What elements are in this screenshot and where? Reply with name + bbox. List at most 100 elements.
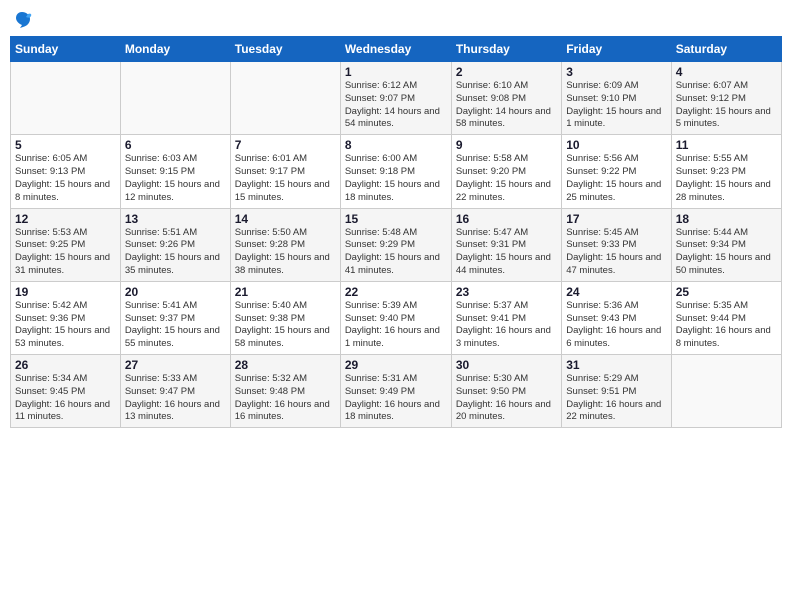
weekday-header-friday: Friday — [562, 37, 671, 62]
day-info: Sunrise: 5:58 AM Sunset: 9:20 PM Dayligh… — [456, 153, 557, 204]
calendar-cell: 16Sunrise: 5:47 AM Sunset: 9:31 PM Dayli… — [451, 208, 561, 281]
calendar-cell — [11, 62, 121, 135]
day-number: 25 — [676, 285, 777, 299]
calendar-cell: 4Sunrise: 6:07 AM Sunset: 9:12 PM Daylig… — [671, 62, 781, 135]
day-info: Sunrise: 5:40 AM Sunset: 9:38 PM Dayligh… — [235, 300, 336, 351]
calendar-week-row: 5Sunrise: 6:05 AM Sunset: 9:13 PM Daylig… — [11, 135, 782, 208]
calendar-cell: 10Sunrise: 5:56 AM Sunset: 9:22 PM Dayli… — [562, 135, 671, 208]
day-info: Sunrise: 5:36 AM Sunset: 9:43 PM Dayligh… — [566, 300, 666, 351]
calendar-week-row: 12Sunrise: 5:53 AM Sunset: 9:25 PM Dayli… — [11, 208, 782, 281]
weekday-header-tuesday: Tuesday — [230, 37, 340, 62]
calendar-table: SundayMondayTuesdayWednesdayThursdayFrid… — [10, 36, 782, 428]
day-info: Sunrise: 5:34 AM Sunset: 9:45 PM Dayligh… — [15, 373, 116, 424]
day-number: 15 — [345, 212, 447, 226]
logo-bird-icon — [12, 10, 32, 30]
day-info: Sunrise: 6:03 AM Sunset: 9:15 PM Dayligh… — [125, 153, 226, 204]
day-number: 21 — [235, 285, 336, 299]
day-info: Sunrise: 5:35 AM Sunset: 9:44 PM Dayligh… — [676, 300, 777, 351]
day-number: 29 — [345, 358, 447, 372]
day-number: 31 — [566, 358, 666, 372]
day-info: Sunrise: 5:55 AM Sunset: 9:23 PM Dayligh… — [676, 153, 777, 204]
day-info: Sunrise: 5:41 AM Sunset: 9:37 PM Dayligh… — [125, 300, 226, 351]
day-info: Sunrise: 5:45 AM Sunset: 9:33 PM Dayligh… — [566, 227, 666, 278]
day-info: Sunrise: 5:53 AM Sunset: 9:25 PM Dayligh… — [15, 227, 116, 278]
day-number: 13 — [125, 212, 226, 226]
day-number: 16 — [456, 212, 557, 226]
day-number: 12 — [15, 212, 116, 226]
day-number: 5 — [15, 138, 116, 152]
day-number: 24 — [566, 285, 666, 299]
day-info: Sunrise: 5:39 AM Sunset: 9:40 PM Dayligh… — [345, 300, 447, 351]
day-info: Sunrise: 5:51 AM Sunset: 9:26 PM Dayligh… — [125, 227, 226, 278]
day-number: 26 — [15, 358, 116, 372]
calendar-cell — [230, 62, 340, 135]
day-info: Sunrise: 5:42 AM Sunset: 9:36 PM Dayligh… — [15, 300, 116, 351]
day-number: 19 — [15, 285, 116, 299]
calendar-header-row: SundayMondayTuesdayWednesdayThursdayFrid… — [11, 37, 782, 62]
day-number: 14 — [235, 212, 336, 226]
calendar-cell: 30Sunrise: 5:30 AM Sunset: 9:50 PM Dayli… — [451, 355, 561, 428]
day-number: 28 — [235, 358, 336, 372]
day-info: Sunrise: 6:00 AM Sunset: 9:18 PM Dayligh… — [345, 153, 447, 204]
calendar-cell: 23Sunrise: 5:37 AM Sunset: 9:41 PM Dayli… — [451, 281, 561, 354]
day-number: 30 — [456, 358, 557, 372]
day-info: Sunrise: 6:05 AM Sunset: 9:13 PM Dayligh… — [15, 153, 116, 204]
calendar-cell: 27Sunrise: 5:33 AM Sunset: 9:47 PM Dayli… — [120, 355, 230, 428]
weekday-header-saturday: Saturday — [671, 37, 781, 62]
day-number: 3 — [566, 65, 666, 79]
day-info: Sunrise: 5:30 AM Sunset: 9:50 PM Dayligh… — [456, 373, 557, 424]
weekday-header-sunday: Sunday — [11, 37, 121, 62]
day-number: 17 — [566, 212, 666, 226]
day-info: Sunrise: 6:12 AM Sunset: 9:07 PM Dayligh… — [345, 80, 447, 131]
calendar-week-row: 19Sunrise: 5:42 AM Sunset: 9:36 PM Dayli… — [11, 281, 782, 354]
calendar-cell: 13Sunrise: 5:51 AM Sunset: 9:26 PM Dayli… — [120, 208, 230, 281]
day-number: 23 — [456, 285, 557, 299]
calendar-cell: 25Sunrise: 5:35 AM Sunset: 9:44 PM Dayli… — [671, 281, 781, 354]
weekday-header-wednesday: Wednesday — [340, 37, 451, 62]
day-info: Sunrise: 5:37 AM Sunset: 9:41 PM Dayligh… — [456, 300, 557, 351]
calendar-week-row: 1Sunrise: 6:12 AM Sunset: 9:07 PM Daylig… — [11, 62, 782, 135]
weekday-header-monday: Monday — [120, 37, 230, 62]
day-number: 22 — [345, 285, 447, 299]
day-number: 27 — [125, 358, 226, 372]
calendar-cell: 18Sunrise: 5:44 AM Sunset: 9:34 PM Dayli… — [671, 208, 781, 281]
calendar-cell: 21Sunrise: 5:40 AM Sunset: 9:38 PM Dayli… — [230, 281, 340, 354]
day-number: 8 — [345, 138, 447, 152]
day-info: Sunrise: 5:29 AM Sunset: 9:51 PM Dayligh… — [566, 373, 666, 424]
day-info: Sunrise: 6:01 AM Sunset: 9:17 PM Dayligh… — [235, 153, 336, 204]
day-number: 9 — [456, 138, 557, 152]
day-info: Sunrise: 6:10 AM Sunset: 9:08 PM Dayligh… — [456, 80, 557, 131]
calendar-cell: 22Sunrise: 5:39 AM Sunset: 9:40 PM Dayli… — [340, 281, 451, 354]
calendar-cell: 29Sunrise: 5:31 AM Sunset: 9:49 PM Dayli… — [340, 355, 451, 428]
day-number: 18 — [676, 212, 777, 226]
calendar-cell: 17Sunrise: 5:45 AM Sunset: 9:33 PM Dayli… — [562, 208, 671, 281]
day-number: 4 — [676, 65, 777, 79]
day-number: 2 — [456, 65, 557, 79]
calendar-cell: 19Sunrise: 5:42 AM Sunset: 9:36 PM Dayli… — [11, 281, 121, 354]
calendar-cell: 31Sunrise: 5:29 AM Sunset: 9:51 PM Dayli… — [562, 355, 671, 428]
day-info: Sunrise: 5:50 AM Sunset: 9:28 PM Dayligh… — [235, 227, 336, 278]
calendar-cell: 1Sunrise: 6:12 AM Sunset: 9:07 PM Daylig… — [340, 62, 451, 135]
day-info: Sunrise: 5:47 AM Sunset: 9:31 PM Dayligh… — [456, 227, 557, 278]
day-number: 20 — [125, 285, 226, 299]
day-number: 7 — [235, 138, 336, 152]
calendar-cell: 6Sunrise: 6:03 AM Sunset: 9:15 PM Daylig… — [120, 135, 230, 208]
calendar-cell: 26Sunrise: 5:34 AM Sunset: 9:45 PM Dayli… — [11, 355, 121, 428]
calendar-cell: 20Sunrise: 5:41 AM Sunset: 9:37 PM Dayli… — [120, 281, 230, 354]
day-info: Sunrise: 6:09 AM Sunset: 9:10 PM Dayligh… — [566, 80, 666, 131]
calendar-cell: 9Sunrise: 5:58 AM Sunset: 9:20 PM Daylig… — [451, 135, 561, 208]
day-number: 11 — [676, 138, 777, 152]
calendar-cell: 15Sunrise: 5:48 AM Sunset: 9:29 PM Dayli… — [340, 208, 451, 281]
calendar-cell: 8Sunrise: 6:00 AM Sunset: 9:18 PM Daylig… — [340, 135, 451, 208]
calendar-cell: 11Sunrise: 5:55 AM Sunset: 9:23 PM Dayli… — [671, 135, 781, 208]
day-number: 1 — [345, 65, 447, 79]
day-info: Sunrise: 5:48 AM Sunset: 9:29 PM Dayligh… — [345, 227, 447, 278]
calendar-cell: 24Sunrise: 5:36 AM Sunset: 9:43 PM Dayli… — [562, 281, 671, 354]
day-number: 10 — [566, 138, 666, 152]
calendar-cell — [671, 355, 781, 428]
logo — [10, 10, 32, 30]
calendar-cell: 5Sunrise: 6:05 AM Sunset: 9:13 PM Daylig… — [11, 135, 121, 208]
calendar-cell: 12Sunrise: 5:53 AM Sunset: 9:25 PM Dayli… — [11, 208, 121, 281]
calendar-cell: 14Sunrise: 5:50 AM Sunset: 9:28 PM Dayli… — [230, 208, 340, 281]
calendar-cell — [120, 62, 230, 135]
